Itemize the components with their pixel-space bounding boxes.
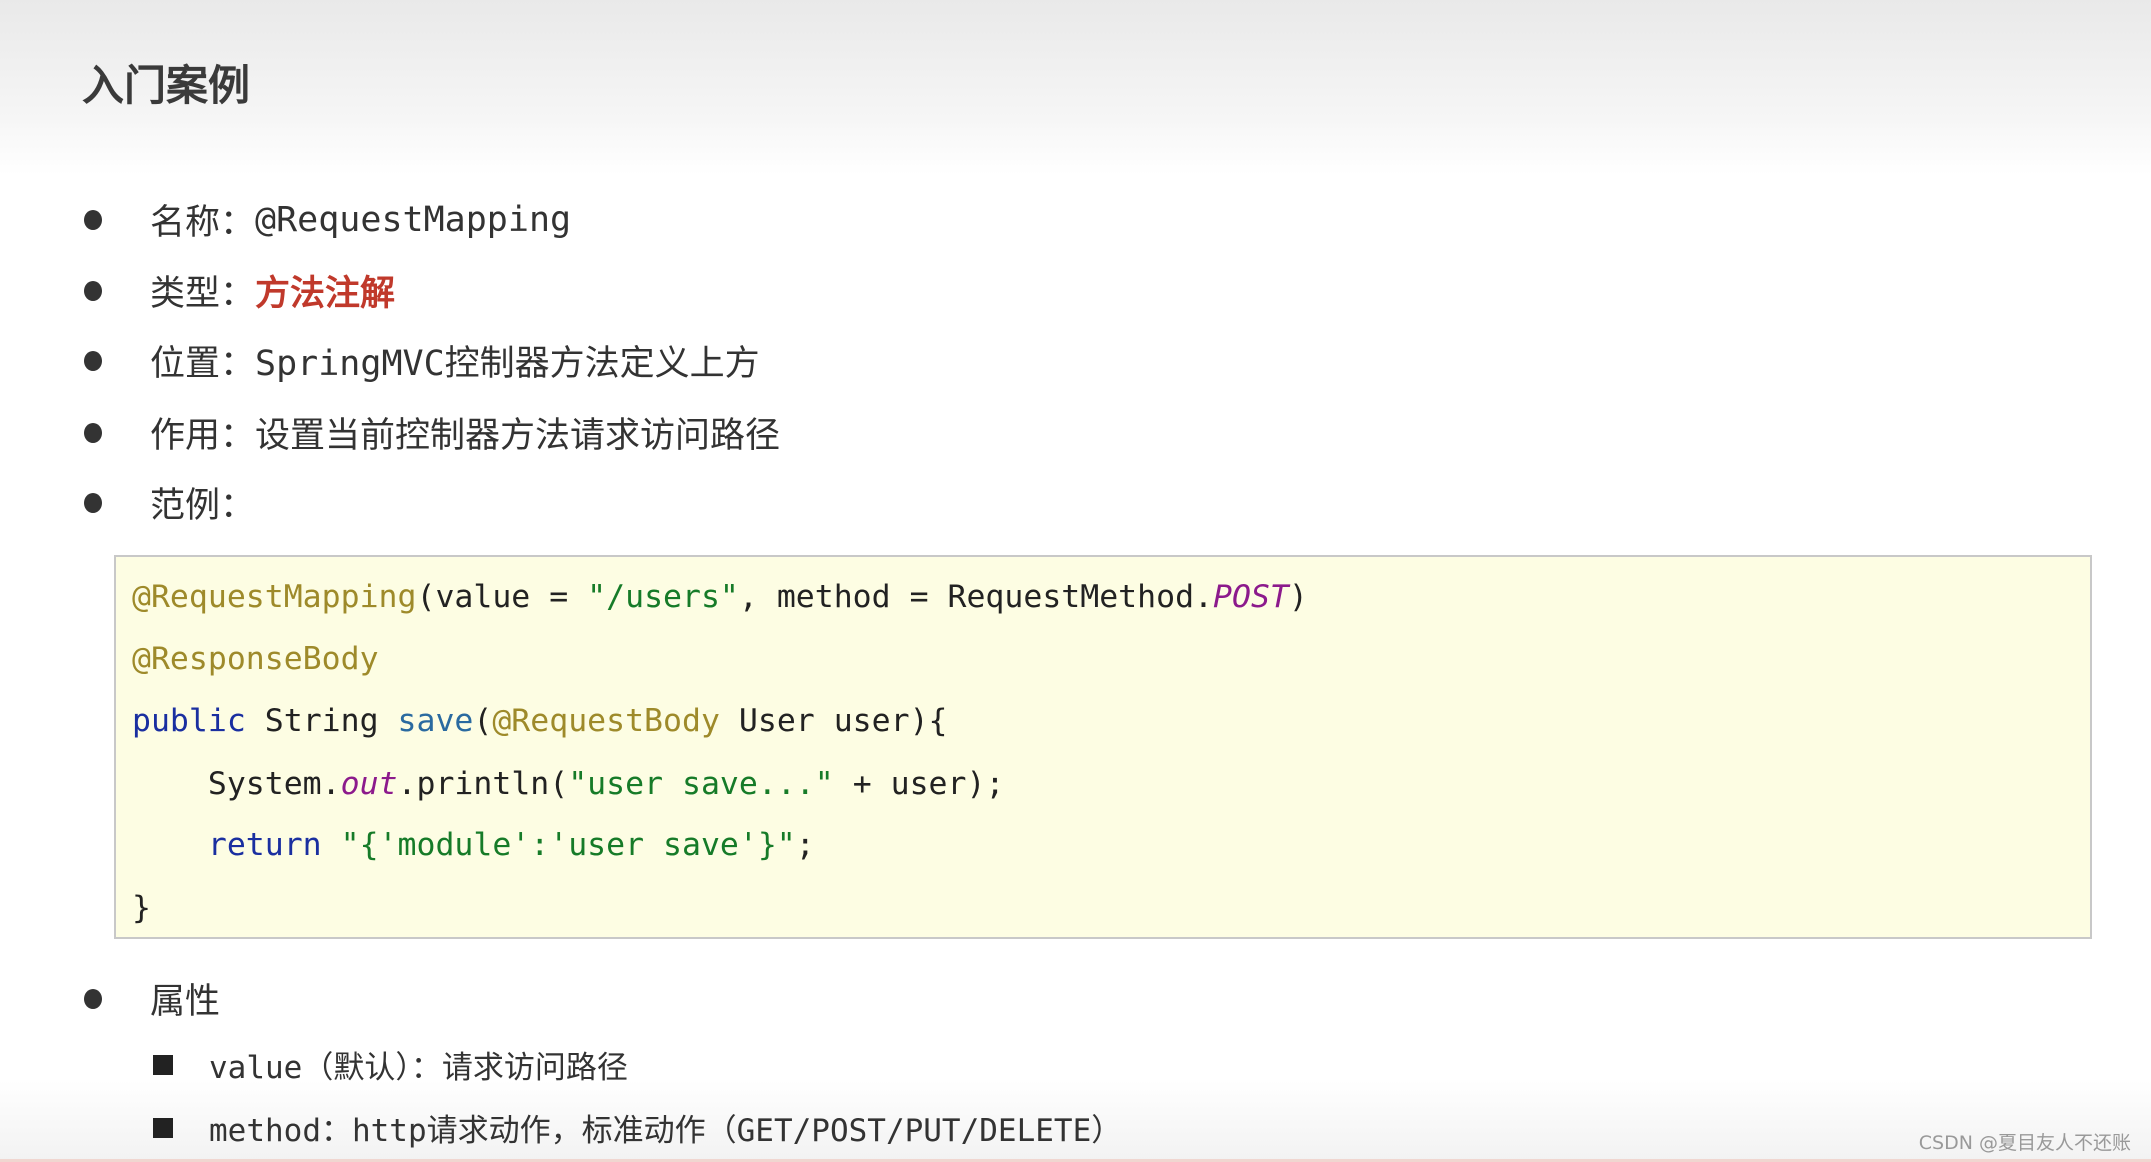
code-token: String: [245, 703, 398, 739]
position-value: SpringMVC控制器方法定义上方: [255, 344, 760, 384]
attributes-label: 属性: [150, 982, 221, 1022]
code-token: "/users": [587, 579, 739, 615]
attribute-text: method：http请求动作，标准动作（GET/POST/PUT/DELETE…: [209, 1113, 1123, 1149]
code-token: @RequestBody: [492, 703, 720, 739]
bullet-dot-icon: [84, 492, 102, 513]
code-line-2: @ResponseBody: [132, 641, 379, 677]
code-token: "user save...": [568, 766, 834, 802]
square-bullet-icon: [153, 1054, 173, 1075]
code-token: "{'module':'user save'}": [340, 827, 796, 863]
bullet-dot-icon: [84, 209, 102, 230]
attribute-item: method：http请求动作，标准动作（GET/POST/PUT/DELETE…: [153, 1105, 1122, 1150]
watermark: CSDN @夏目友人不还账: [1918, 1132, 2131, 1154]
code-line-3: public String save(@RequestBody User use…: [132, 703, 948, 739]
code-token: (value =: [416, 579, 588, 615]
code-token: @RequestMapping: [132, 579, 417, 615]
attribute-text: value（默认）：请求访问路径: [209, 1050, 628, 1086]
bullet-example: 范例：: [84, 477, 255, 528]
example-label: 范例：: [150, 486, 256, 526]
code-token: ;: [795, 827, 815, 863]
code-token: (: [473, 703, 493, 739]
code-token: POST: [1213, 579, 1289, 615]
bullet-position: 位置： SpringMVC控制器方法定义上方: [84, 335, 760, 386]
type-value: 方法注解: [255, 274, 396, 314]
role-value: 设置当前控制器方法请求访问路径: [255, 416, 781, 456]
code-line-5: return "{'module':'user save'}";: [132, 827, 815, 863]
code-token: public: [132, 703, 246, 739]
bullet-dot-icon: [84, 988, 102, 1009]
type-label: 类型：: [150, 274, 256, 314]
attribute-item: value（默认）：请求访问路径: [153, 1042, 628, 1087]
code-token: , method = RequestMethod.: [738, 579, 1214, 615]
bullet-dot-icon: [84, 422, 102, 443]
name-label: 名称：: [150, 203, 256, 243]
bullet-dot-icon: [84, 280, 102, 301]
code-token: ): [1288, 579, 1308, 615]
square-bullet-icon: [153, 1117, 173, 1138]
position-label: 位置：: [150, 344, 256, 384]
code-line-4: System.out.println("user save..." + user…: [132, 766, 1005, 802]
role-label: 作用：: [150, 416, 256, 456]
name-value: @RequestMapping: [255, 199, 572, 240]
bullet-dot-icon: [84, 350, 102, 371]
slide-title: 入门案例: [82, 61, 251, 110]
code-token: System.: [132, 766, 341, 802]
code-token: + user);: [833, 766, 1005, 802]
bullet-role: 作用： 设置当前控制器方法请求访问路径: [84, 407, 780, 458]
bullet-name: 名称： @RequestMapping: [84, 194, 571, 245]
code-token: return: [207, 827, 322, 863]
code-token: .println(: [397, 766, 569, 802]
code-token: User user){: [719, 703, 948, 739]
bullet-type: 类型： 方法注解: [84, 265, 395, 316]
code-token: out: [340, 766, 398, 802]
bullet-attributes: 属性: [84, 973, 220, 1024]
code-block: @RequestMapping(value = "/users", method…: [114, 555, 2092, 939]
code-line-6: }: [132, 890, 151, 926]
code-line-1: @RequestMapping(value = "/users", method…: [132, 579, 1308, 615]
code-token: save: [397, 703, 474, 739]
